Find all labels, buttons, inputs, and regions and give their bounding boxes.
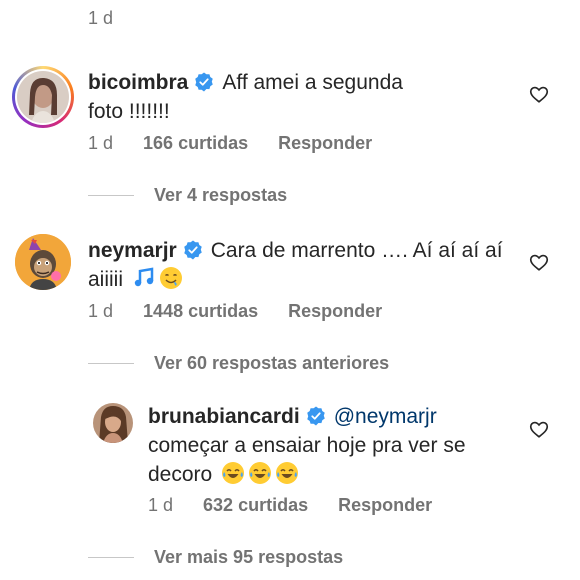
tears-of-joy-emoji: [276, 462, 299, 484]
divider-line: [88, 557, 134, 558]
verified-badge-icon: [183, 240, 202, 260]
divider-line: [88, 195, 134, 196]
verified-badge-icon: [195, 72, 214, 92]
mention-link[interactable]: @neymarjr: [334, 405, 437, 428]
reply-button[interactable]: Responder: [278, 133, 372, 154]
likes-count[interactable]: 1448 curtidas: [143, 301, 258, 322]
heart-outline-icon[interactable]: [528, 83, 550, 105]
previous-comment-meta: 1 d: [88, 8, 143, 29]
comment-body: bicoimbra Aff amei a segunda foto !!!!!!!: [88, 68, 428, 126]
comment-body: neymarjr Cara de marrento …. Aí aí aí aí …: [88, 236, 518, 294]
likes-count[interactable]: 632 curtidas: [203, 495, 308, 516]
view-more-replies-button[interactable]: Ver mais 95 respostas: [88, 547, 343, 568]
tears-of-joy-emoji: [222, 462, 245, 484]
comment-username[interactable]: brunabiancardi: [148, 405, 300, 428]
heart-outline-icon[interactable]: [528, 251, 550, 273]
music-note-emoji: [134, 267, 154, 287]
view-replies-label: Ver 60 respostas anteriores: [154, 353, 390, 373]
verified-badge-icon: [306, 406, 325, 426]
avatar[interactable]: [93, 403, 133, 443]
laugh-emojis: [218, 462, 299, 486]
likes-count[interactable]: 166 curtidas: [143, 133, 248, 154]
view-replies-label: Ver 4 respostas: [154, 185, 288, 205]
comment-time: 1 d: [88, 133, 114, 153]
comment-body: brunabiancardi @neymarjr começar a ensaia…: [148, 402, 508, 489]
heart-outline-icon[interactable]: [528, 418, 550, 440]
comment-username[interactable]: bicoimbra: [88, 71, 188, 94]
comment-time: 1 d: [88, 8, 114, 28]
avatar[interactable]: [15, 234, 71, 290]
comment-meta: 1 d 166 curtidas Responder: [88, 133, 372, 154]
comment-text: começar a ensaiar hoje pra ver se decoro: [148, 434, 466, 486]
reply-button[interactable]: Responder: [338, 495, 432, 516]
view-previous-replies-button[interactable]: Ver 60 respostas anteriores: [88, 353, 389, 374]
divider-line: [88, 363, 134, 364]
comment-meta: 1 d 1448 curtidas Responder: [88, 301, 382, 322]
view-replies-button[interactable]: Ver 4 respostas: [88, 185, 287, 206]
avatar[interactable]: [12, 66, 74, 128]
drooling-face-emoji: [159, 267, 182, 289]
comment-time: 1 d: [148, 495, 174, 515]
comment-meta: 1 d 632 curtidas Responder: [148, 495, 432, 516]
tears-of-joy-emoji: [249, 462, 272, 484]
comment-username[interactable]: neymarjr: [88, 239, 177, 262]
view-replies-label: Ver mais 95 respostas: [154, 547, 344, 567]
reply-button[interactable]: Responder: [288, 301, 382, 322]
comment-time: 1 d: [88, 301, 114, 321]
